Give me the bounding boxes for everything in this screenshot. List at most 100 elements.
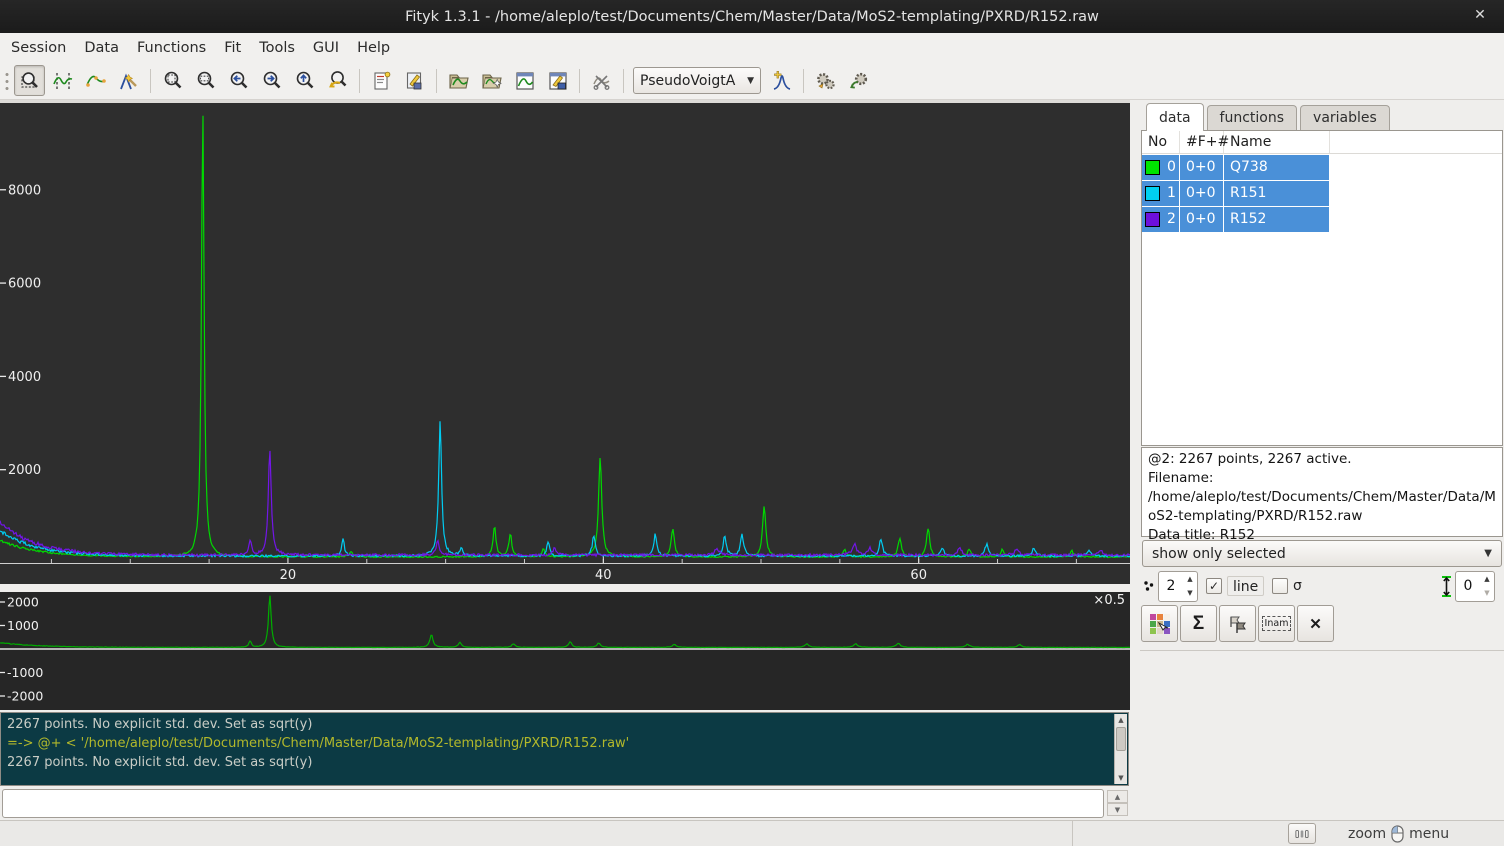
- dataset-row-Q738[interactable]: 00+0Q738: [1142, 155, 1502, 180]
- spin-down-icon[interactable]: ▼: [1480, 586, 1494, 600]
- mouse-hints-button[interactable]: [1288, 823, 1316, 844]
- background-mode-button[interactable]: [80, 65, 111, 96]
- display-mode-dropdown[interactable]: show only selected ▼: [1142, 540, 1502, 567]
- toolbar-drag-handle[interactable]: [2, 69, 11, 93]
- dataset-cell: 1: [1142, 181, 1180, 206]
- shift-spinner[interactable]: 0 ▲▼: [1455, 571, 1495, 602]
- line-checkbox[interactable]: ✓: [1206, 578, 1222, 594]
- scrollbar-thumb[interactable]: [1116, 727, 1126, 751]
- command-input[interactable]: [2, 789, 1104, 818]
- panel-splitter[interactable]: [1130, 100, 1140, 820]
- script-log-icon: [371, 70, 393, 92]
- open-data-button[interactable]: [443, 65, 474, 96]
- input-history-spinner[interactable]: ▲ ▼: [1107, 790, 1128, 817]
- undo-fit-icon: [848, 70, 870, 92]
- svg-text:6000: 6000: [8, 277, 41, 292]
- menu-item-data[interactable]: Data: [75, 36, 128, 60]
- shift-value: 0: [1456, 572, 1480, 601]
- function-type-combo[interactable]: PseudoVoigtA ▼: [633, 67, 761, 94]
- script-log-button[interactable]: [366, 65, 397, 96]
- scroll-left-button[interactable]: [223, 65, 254, 96]
- menu-item-gui[interactable]: GUI: [304, 36, 348, 60]
- dataset-colors-button[interactable]: [1141, 605, 1178, 642]
- tab-data[interactable]: data: [1146, 103, 1204, 131]
- rename-dataset-button[interactable]: Inam: [1258, 605, 1295, 642]
- sum-sigma-icon: Σ: [1193, 613, 1204, 635]
- sum-datasets-button[interactable]: Σ: [1180, 605, 1217, 642]
- menu-item-session[interactable]: Session: [2, 36, 75, 60]
- zoom-vertical-button[interactable]: [190, 65, 221, 96]
- spin-up-icon[interactable]: ▲: [1183, 572, 1197, 586]
- toolbar-separator: [436, 69, 437, 93]
- menu-item-help[interactable]: Help: [348, 36, 399, 60]
- spin-up-icon[interactable]: ▲: [1480, 572, 1494, 586]
- spin-down-icon[interactable]: ▼: [1183, 586, 1197, 600]
- zoom-all-button[interactable]: [157, 65, 188, 96]
- data-range-mode-button[interactable]: [47, 65, 78, 96]
- svg-text:-1000: -1000: [7, 665, 43, 680]
- save-data-button[interactable]: [542, 65, 573, 96]
- extend-zoom-up-icon: [294, 70, 316, 92]
- dataset-cell: R152: [1224, 207, 1330, 232]
- open-data-icon: [448, 70, 470, 92]
- line-checkbox-label: line: [1227, 576, 1264, 596]
- column-header-no[interactable]: No: [1142, 131, 1180, 153]
- console-scrollbar[interactable]: ▲ ▼: [1114, 714, 1127, 784]
- spin-up-icon[interactable]: ▲: [1107, 790, 1128, 803]
- tab-variables[interactable]: variables: [1300, 105, 1390, 131]
- add-peak-mode-button[interactable]: [113, 65, 144, 96]
- column-header-ff[interactable]: #F+#: [1180, 131, 1224, 153]
- delete-dataset-button[interactable]: ✕: [1297, 605, 1334, 642]
- output-console[interactable]: 2267 points. No explicit std. dev. Set a…: [0, 712, 1129, 786]
- plot-splitter[interactable]: [0, 584, 1130, 592]
- undo-fit-button[interactable]: [843, 65, 874, 96]
- close-icon[interactable]: ✕: [1470, 7, 1490, 23]
- add-peak-mode-icon: [118, 70, 140, 92]
- svg-text:20: 20: [280, 568, 297, 583]
- main-plot[interactable]: 2040602000400060008000: [0, 100, 1130, 584]
- data-transform-button[interactable]: [586, 65, 617, 96]
- script-edit-button[interactable]: [399, 65, 430, 96]
- menu-item-fit[interactable]: Fit: [215, 36, 250, 60]
- dataset-colors-icon: [1149, 613, 1171, 635]
- zoom-all-icon: [162, 70, 184, 92]
- extend-zoom-up-button[interactable]: [289, 65, 320, 96]
- column-header-name[interactable]: Name: [1224, 131, 1330, 153]
- menu-item-functions[interactable]: Functions: [128, 36, 215, 60]
- toolbar-separator: [623, 69, 624, 93]
- append-data-button[interactable]: [476, 65, 507, 96]
- mouse-mode-hint: zoom menu: [1348, 821, 1449, 846]
- svg-text:40: 40: [595, 568, 612, 583]
- sigma-checkbox[interactable]: [1272, 578, 1288, 594]
- append-data-icon: [481, 70, 503, 92]
- toolbar-separator: [803, 69, 804, 93]
- scroll-up-icon[interactable]: ▲: [1115, 714, 1127, 726]
- chevron-down-icon: ▼: [1484, 548, 1492, 559]
- column-header-empty: [1330, 131, 1502, 153]
- svg-text:1000: 1000: [7, 618, 39, 633]
- spin-down-icon[interactable]: ▼: [1107, 803, 1128, 816]
- menu-item-tools[interactable]: Tools: [250, 36, 304, 60]
- menubar: SessionDataFunctionsFitToolsGUIHelp: [0, 33, 1504, 62]
- zoom-mode-button[interactable]: [14, 65, 45, 96]
- sidebar-tabbar: datafunctionsvariables: [1146, 101, 1393, 131]
- scroll-down-icon[interactable]: ▼: [1115, 772, 1127, 784]
- data-table-header: No #F+# Name: [1142, 131, 1502, 154]
- previous-zoom-button[interactable]: [322, 65, 353, 96]
- dataset-row-R152[interactable]: 20+0R152: [1142, 207, 1502, 232]
- stack-datasets-button[interactable]: [1219, 605, 1256, 642]
- auto-add-peak-button[interactable]: [766, 65, 797, 96]
- run-fit-button[interactable]: [810, 65, 841, 96]
- tab-functions[interactable]: functions: [1207, 105, 1297, 131]
- point-size-icon: [1143, 580, 1155, 592]
- scroll-right-button[interactable]: [256, 65, 287, 96]
- sidebar-buttons: Σ Inam ✕: [1141, 605, 1334, 642]
- dataset-cell: R151: [1224, 181, 1330, 206]
- dataset-cell: 0+0: [1180, 155, 1224, 180]
- aux-plot[interactable]: 20001000-1000-2000 ×0.5: [0, 592, 1130, 710]
- data-table: No #F+# Name 00+0Q73810+0R15120+0R152: [1141, 130, 1503, 446]
- point-size-spinner[interactable]: 2 ▲▼: [1158, 571, 1198, 602]
- run-fit-icon: [815, 70, 837, 92]
- data-editor-button[interactable]: [509, 65, 540, 96]
- dataset-row-R151[interactable]: 10+0R151: [1142, 181, 1502, 206]
